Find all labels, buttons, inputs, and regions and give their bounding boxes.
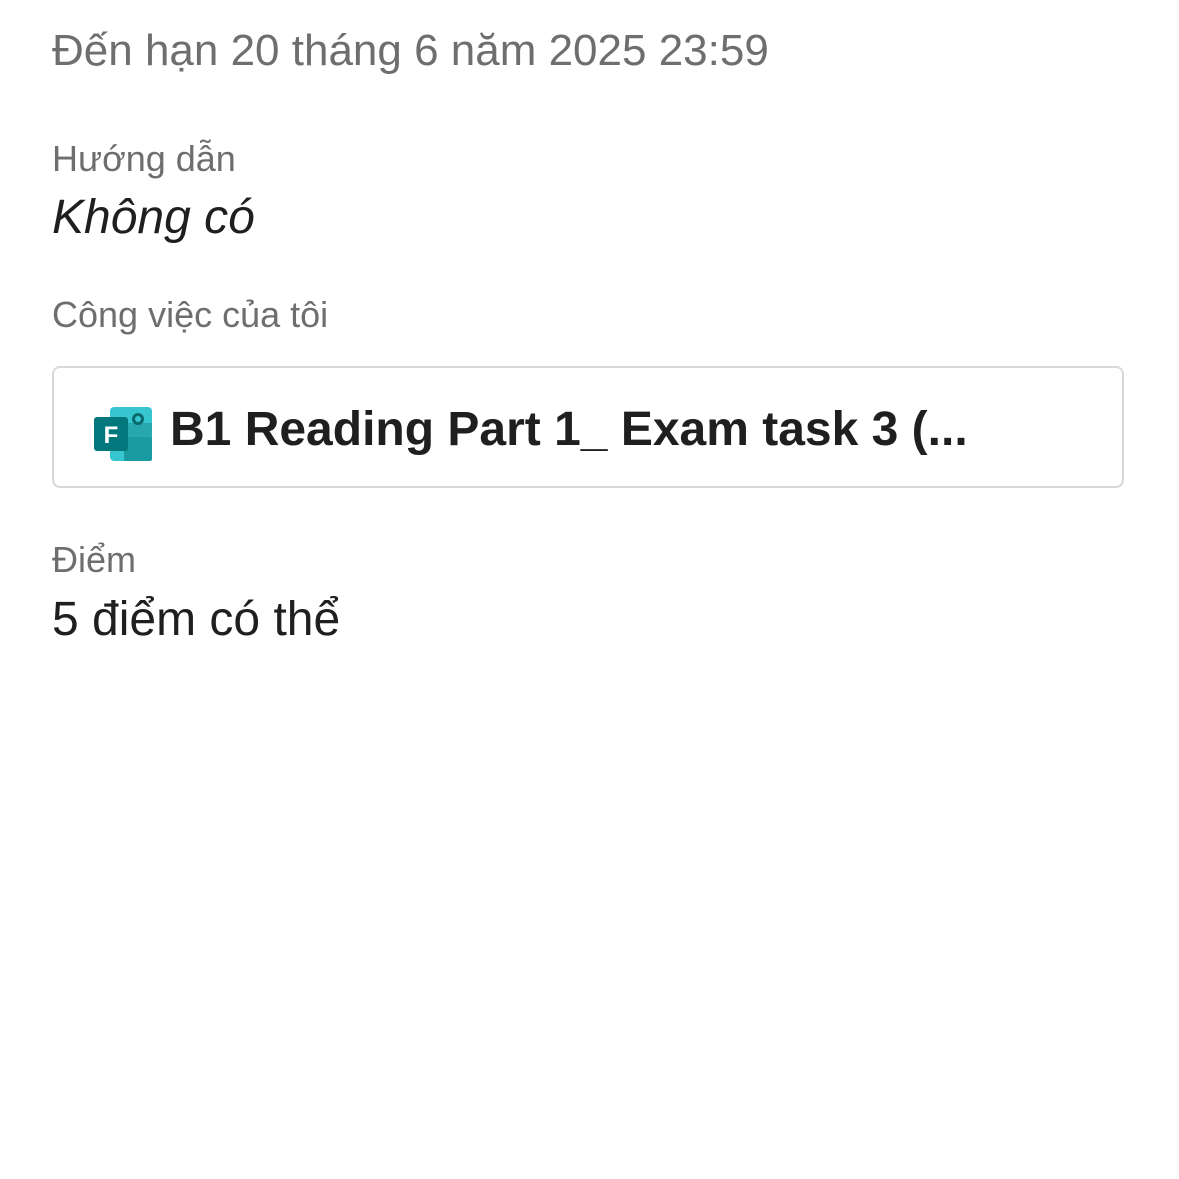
my-work-label: Công việc của tôi — [52, 294, 329, 335]
assignment-details-page: Đến hạn 20 tháng 6 năm 2025 23:59 Hướng … — [0, 0, 1179, 1179]
attachment-title: B1 Reading Part 1_ Exam task 3 (... — [170, 403, 968, 456]
svg-text:F: F — [104, 422, 119, 449]
microsoft-forms-icon: F — [94, 407, 152, 461]
points-value: 5 điểm có thể — [52, 593, 341, 646]
instructions-value: Không có — [52, 191, 255, 244]
my-work-attachment-card[interactable]: F B1 Reading Part 1_ Exam task 3 (... — [52, 366, 1124, 488]
points-label: Điểm — [52, 539, 137, 580]
due-date-text: Đến hạn 20 tháng 6 năm 2025 23:59 — [52, 26, 769, 75]
instructions-label: Hướng dẫn — [52, 138, 236, 179]
